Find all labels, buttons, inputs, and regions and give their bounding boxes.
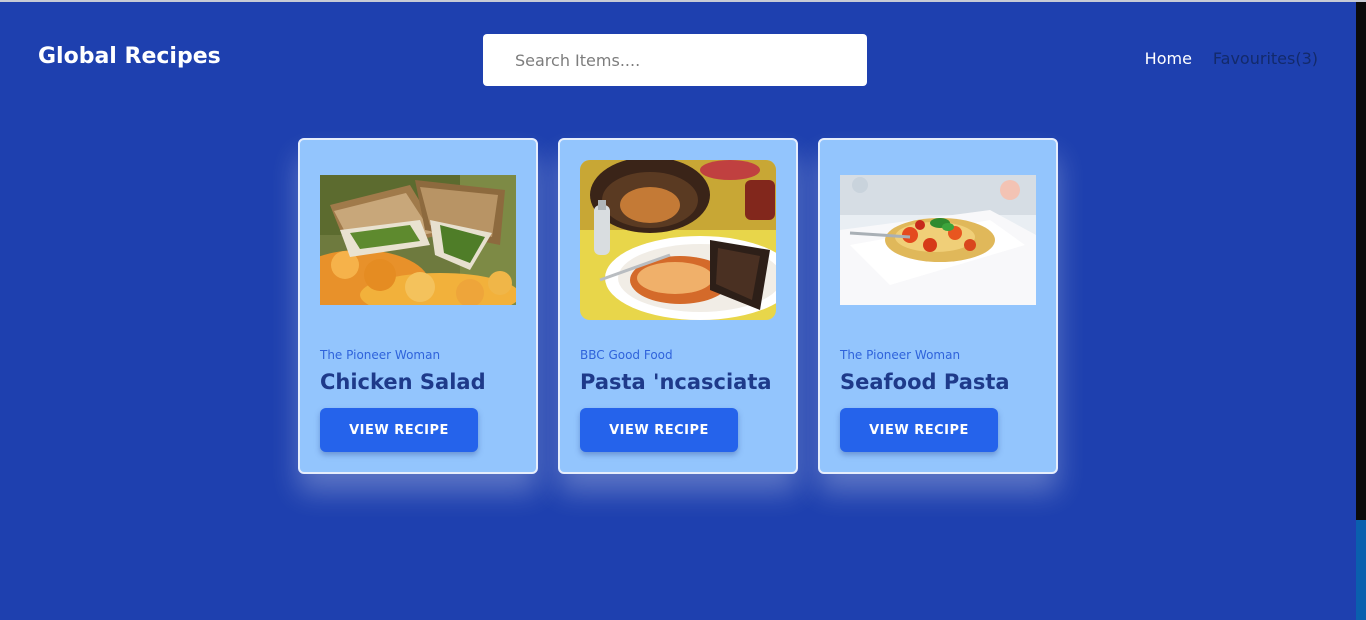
nav-home-link[interactable]: Home [1145, 49, 1192, 68]
recipe-source: The Pioneer Woman [320, 348, 441, 362]
recipe-title: Chicken Salad [320, 370, 486, 394]
recipe-grid: The Pioneer Woman Chicken Salad VIEW REC… [298, 138, 1058, 474]
brand-logo[interactable]: Global Recipes [38, 44, 221, 69]
recipe-source: The Pioneer Woman [840, 348, 961, 362]
recipe-card: The Pioneer Woman Seafood Pasta VIEW REC… [818, 138, 1058, 474]
view-recipe-button[interactable]: VIEW RECIPE [320, 408, 478, 452]
recipe-card: BBC Good Food Pasta 'ncasciata VIEW RECI… [558, 138, 798, 474]
search-input[interactable] [483, 34, 867, 86]
view-recipe-button[interactable]: VIEW RECIPE [580, 408, 738, 452]
scrollbar-thumb[interactable] [1356, 520, 1366, 620]
page-scrollbar[interactable] [1356, 2, 1366, 620]
seafood-pasta-photo [840, 175, 1036, 305]
nav-favourites-link[interactable]: Favourites(3) [1213, 49, 1318, 68]
window-top-border [0, 0, 1366, 2]
view-recipe-button[interactable]: VIEW RECIPE [840, 408, 998, 452]
sandwich-photo [320, 175, 516, 305]
recipe-title: Pasta 'ncasciata [580, 370, 772, 394]
recipe-source: BBC Good Food [580, 348, 673, 362]
main-nav: Home Favourites(3) [1145, 49, 1318, 68]
pasta-bake-photo [580, 160, 776, 320]
recipe-card: The Pioneer Woman Chicken Salad VIEW REC… [298, 138, 538, 474]
recipe-title: Seafood Pasta [840, 370, 1010, 394]
